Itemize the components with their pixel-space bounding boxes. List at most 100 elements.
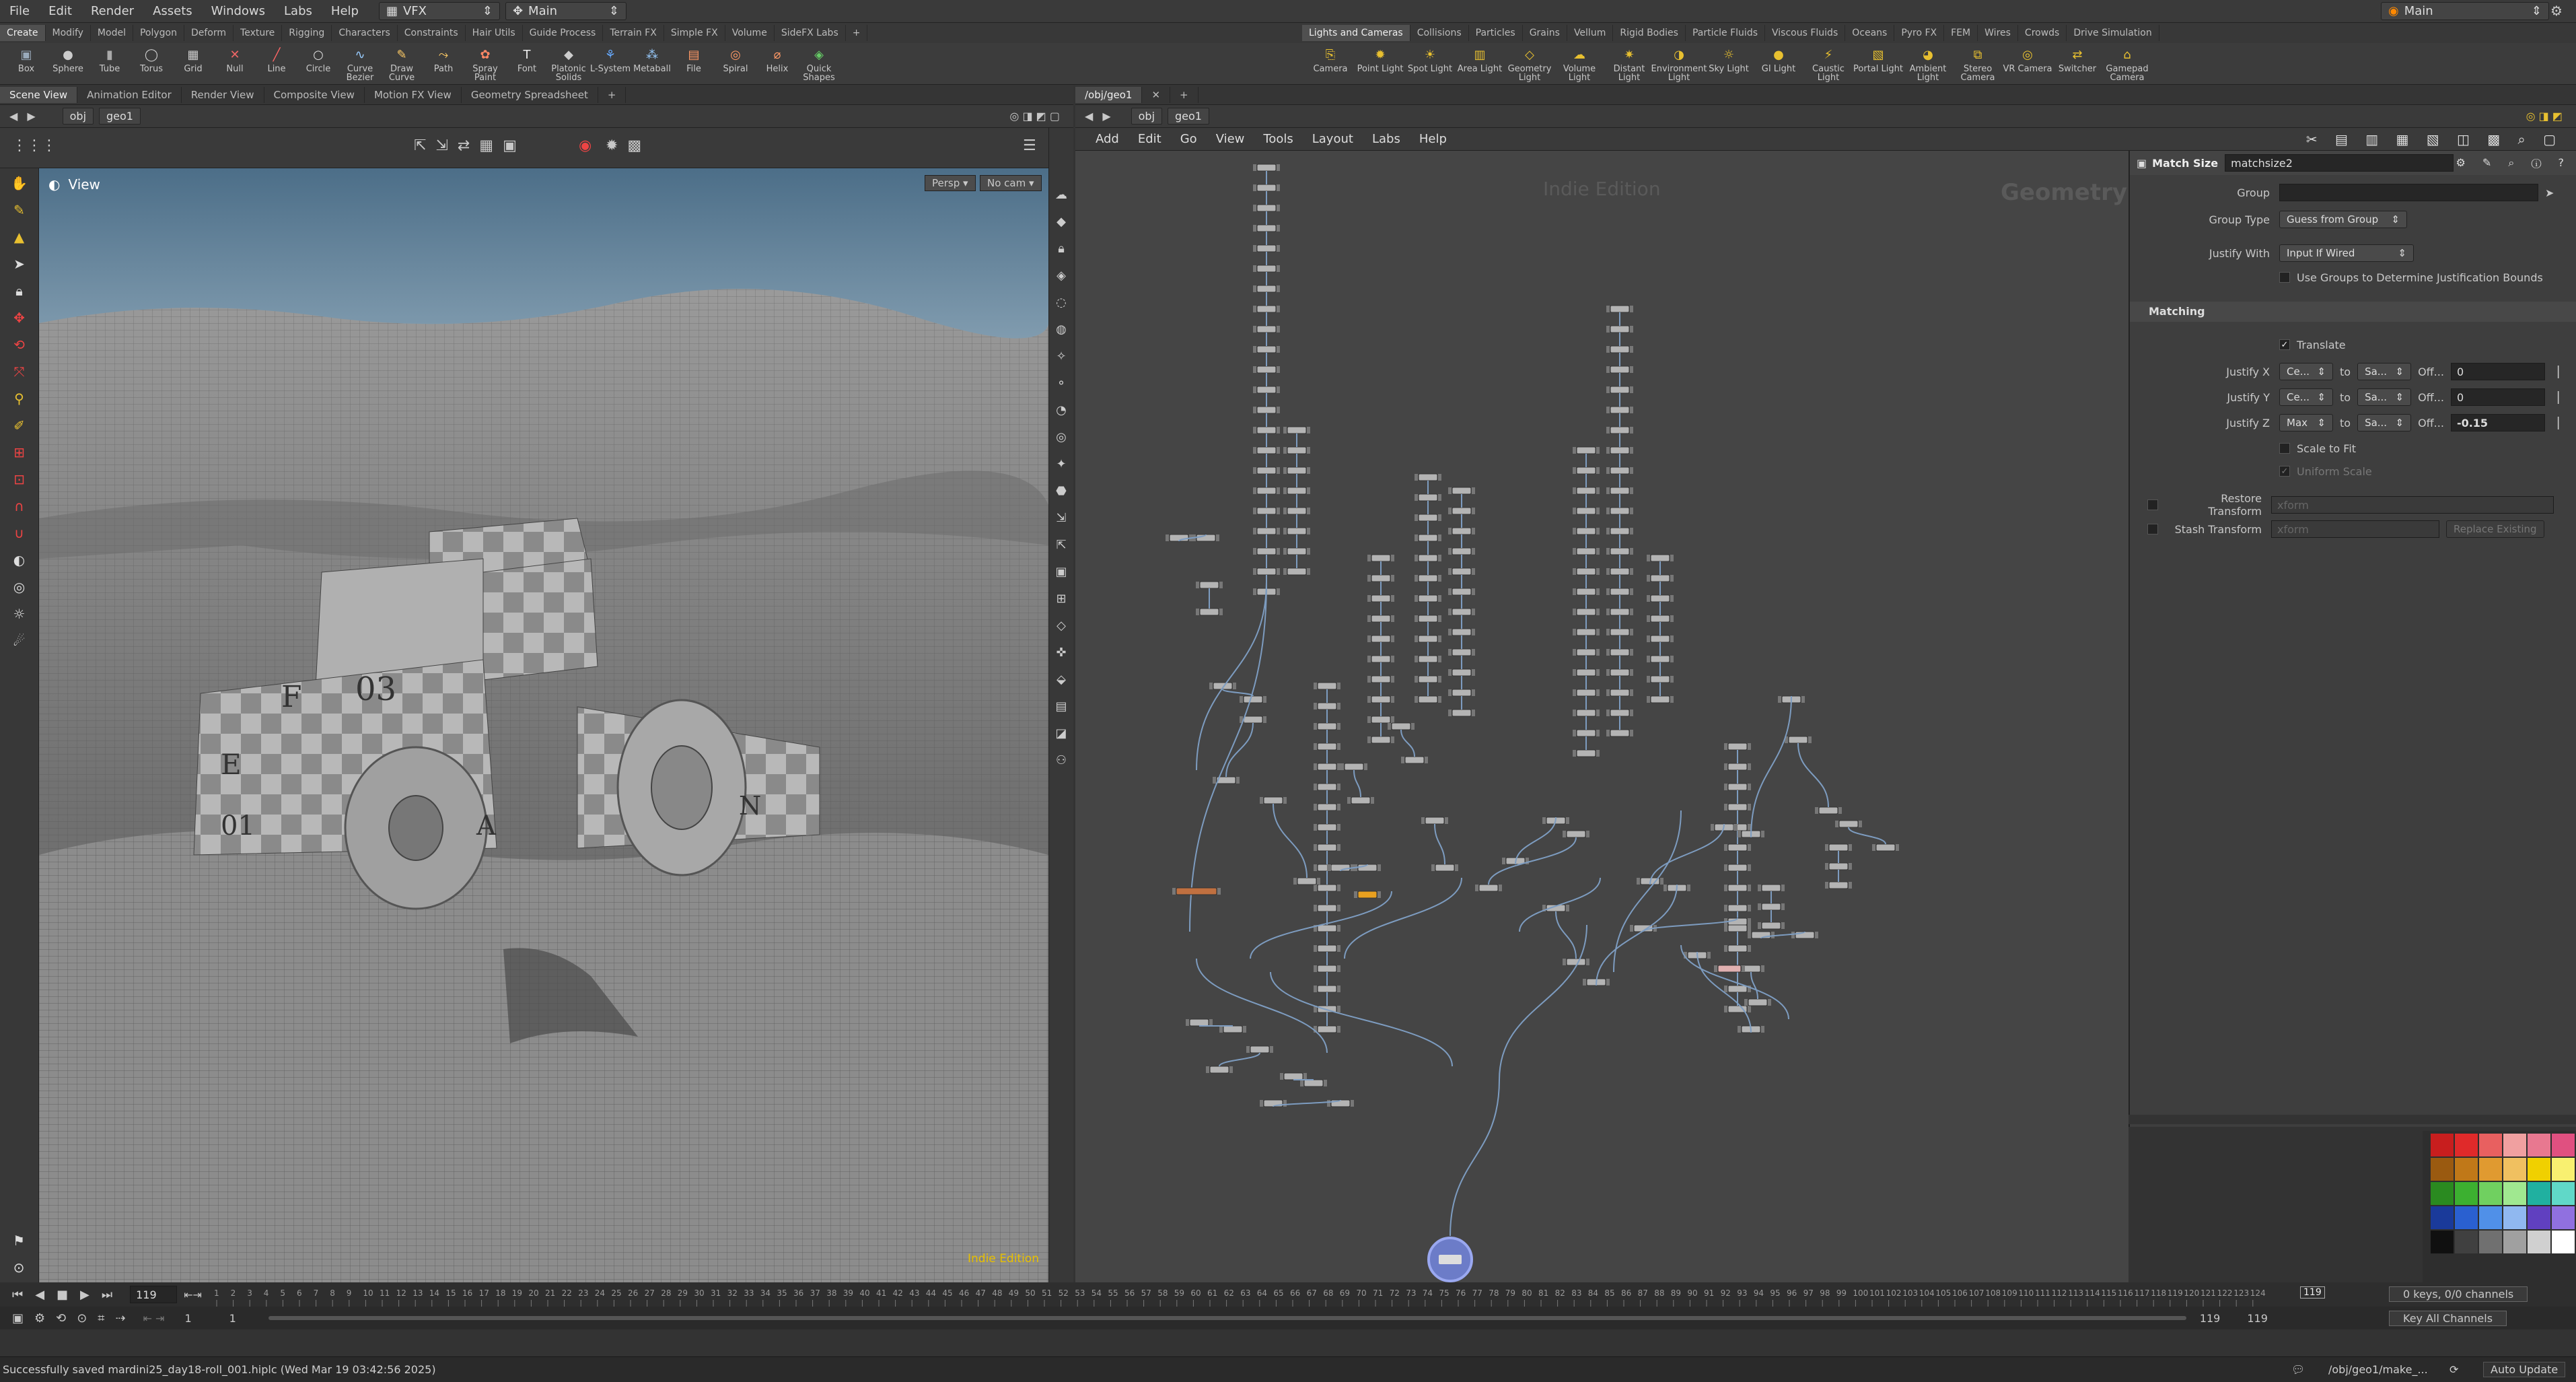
playback-controls-icons[interactable]: ⏮◀■▶⏭ — [12, 1288, 124, 1302]
palette-swatch[interactable] — [2431, 1231, 2454, 1253]
palette-swatch[interactable] — [2503, 1134, 2526, 1156]
shelf-tool-vr-camera[interactable]: ◎ VR Camera — [2003, 46, 2052, 82]
node-7-4[interactable] — [1606, 386, 1633, 394]
shelf-tool-helix[interactable]: ⌀ Helix — [756, 46, 798, 82]
justify-offset-field[interactable]: 0 — [2450, 363, 2545, 380]
node-2-14[interactable] — [1314, 965, 1340, 973]
tab-network[interactable]: /obj/geo1 — [1075, 86, 1143, 103]
shelf-tab-right-1[interactable]: Collisions — [1410, 25, 1469, 41]
node-7-18[interactable] — [1606, 668, 1633, 677]
net-menu-go[interactable]: Go — [1171, 132, 1207, 146]
palette-swatch[interactable] — [2479, 1182, 2502, 1205]
shelf-tab-right-11[interactable]: Wires — [1978, 25, 2018, 41]
node-0-2[interactable] — [1253, 204, 1280, 212]
palette-swatch[interactable] — [2528, 1231, 2550, 1253]
node-5-10[interactable] — [1448, 689, 1475, 697]
refresh-icon[interactable]: ⟳ — [2449, 1363, 2458, 1376]
justify-offset-field[interactable]: 0 — [2450, 388, 2545, 406]
node-extra-28[interactable] — [1563, 830, 1589, 838]
node-extra-20[interactable] — [1388, 722, 1415, 730]
palette-swatch[interactable] — [2552, 1158, 2575, 1181]
net-menu-edit[interactable]: Edit — [1129, 132, 1171, 146]
range-slider[interactable] — [268, 1316, 2186, 1320]
brush-icon[interactable]: ✎ — [7, 198, 32, 222]
back-icon[interactable]: ◀ — [1085, 110, 1093, 123]
justify-from-dropdown[interactable]: Max ⇕ — [2279, 414, 2333, 431]
node-0-8[interactable] — [1253, 325, 1280, 333]
right-desktop-dropdown[interactable]: ◉ Main ⇕ — [2381, 2, 2549, 20]
node-0-16[interactable] — [1253, 487, 1280, 495]
node-0-14[interactable] — [1253, 446, 1280, 454]
shelf-tab-9[interactable]: Hair Utils — [466, 25, 523, 41]
node-6-11[interactable] — [1573, 668, 1600, 677]
node-extra-22[interactable] — [1340, 763, 1367, 771]
node-7-12[interactable] — [1606, 547, 1633, 555]
node-2-0[interactable] — [1314, 682, 1340, 690]
node-selected-yellow[interactable] — [1354, 891, 1381, 899]
range-step-icons[interactable]: ⇤ ⇥ — [143, 1312, 165, 1325]
node-0-4[interactable] — [1253, 244, 1280, 252]
scale-to-fit-checkbox[interactable] — [2279, 443, 2290, 454]
node-9-7[interactable] — [1724, 884, 1751, 892]
node-3-5[interactable] — [1367, 655, 1394, 663]
node-2-13[interactable] — [1314, 944, 1340, 953]
node-extra-15[interactable] — [1206, 1066, 1233, 1074]
range-end[interactable]: 119 — [2200, 1312, 2221, 1325]
shelf-tab-11[interactable]: Terrain FX — [603, 25, 664, 41]
node-4-0[interactable] — [1415, 473, 1441, 481]
net-menu-labs[interactable]: Labs — [1363, 132, 1410, 146]
paint-icon[interactable]: ▲ — [7, 225, 32, 249]
palette-swatch[interactable] — [2431, 1182, 2454, 1205]
context-dropdown[interactable]: ✥ Main ⇕ — [505, 2, 627, 20]
node-extra-23[interactable] — [1347, 796, 1374, 804]
node-2-2[interactable] — [1314, 722, 1340, 730]
node-9-3[interactable] — [1724, 803, 1751, 811]
shelf-tab-1[interactable]: Modify — [46, 25, 91, 41]
node-orange[interactable] — [1172, 887, 1221, 895]
range-start2[interactable]: 1 — [229, 1312, 236, 1325]
node-4-11[interactable] — [1415, 695, 1441, 703]
node-9-13[interactable] — [1724, 1005, 1751, 1013]
node-9-1[interactable] — [1724, 763, 1751, 771]
shelf-tool-torus[interactable]: ◯ Torus — [131, 46, 172, 82]
tab-scene-view[interactable]: Scene View — [0, 86, 78, 103]
node-6-9[interactable] — [1573, 628, 1600, 636]
node-0-17[interactable] — [1253, 507, 1280, 515]
node-0-1[interactable] — [1253, 184, 1280, 192]
forward-icon[interactable]: ▶ — [1102, 110, 1110, 123]
net-menu-help[interactable]: Help — [1410, 132, 1456, 146]
palette-swatch[interactable] — [2431, 1134, 2454, 1156]
node-7-3[interactable] — [1606, 366, 1633, 374]
node-9-2[interactable] — [1724, 783, 1751, 791]
replace-existing-button[interactable]: Replace Existing — [2446, 520, 2544, 538]
node-extra-17[interactable] — [1300, 1079, 1327, 1087]
section-matching[interactable]: Matching — [2130, 302, 2576, 322]
node-5-3[interactable] — [1448, 547, 1475, 555]
palette-swatch[interactable] — [2528, 1206, 2550, 1229]
node-7-7[interactable] — [1606, 446, 1633, 454]
node-0-15[interactable] — [1253, 467, 1280, 475]
shelf-tab-8[interactable]: Constraints — [398, 25, 466, 41]
node-8-3[interactable] — [1647, 615, 1674, 623]
shelf-tool-path[interactable]: ⤳ Path — [423, 46, 464, 82]
range-end2[interactable]: 119 — [2247, 1312, 2268, 1325]
node-10-2[interactable] — [1758, 922, 1785, 930]
node-1-6[interactable] — [1283, 547, 1310, 555]
node-extra-37[interactable] — [1791, 931, 1818, 939]
node-2-3[interactable] — [1314, 742, 1340, 751]
node-7-6[interactable] — [1606, 426, 1633, 434]
node-extra-29[interactable] — [1475, 884, 1502, 892]
desktop-dropdown[interactable]: ▦ VFX ⇕ — [378, 2, 500, 20]
auto-update-button[interactable]: Auto Update — [2483, 1362, 2566, 1377]
menu-file[interactable]: File — [0, 4, 39, 18]
shelf-tool-line[interactable]: ╱ Line — [256, 46, 297, 82]
rotate-icon[interactable]: ⟲ — [7, 333, 32, 357]
node-1-3[interactable] — [1283, 487, 1310, 495]
param-tool-icons[interactable]: ⚙ ✎ ⌕ ⓘ ? — [2456, 156, 2571, 170]
palette-swatch[interactable] — [2455, 1134, 2478, 1156]
node-0-12[interactable] — [1253, 406, 1280, 414]
node-10-1[interactable] — [1758, 903, 1785, 911]
shelf-tool-caustic-light[interactable]: ⚡ Caustic Light — [1803, 46, 1853, 82]
view-icon[interactable]: ◐ — [7, 548, 32, 572]
restore-checkbox[interactable] — [2147, 499, 2158, 510]
